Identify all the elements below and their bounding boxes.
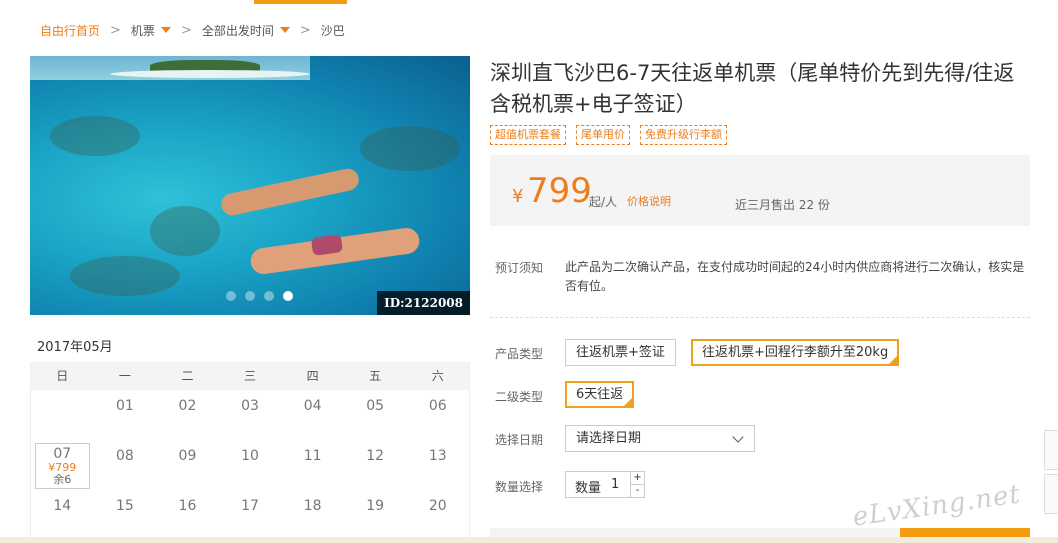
calendar-day: 01 (115, 398, 134, 414)
product-id-badge: ID:2122008 (377, 291, 470, 315)
photo-beach (110, 70, 310, 78)
calendar-day: 05 (366, 398, 385, 414)
breadcrumb-separator: > (110, 22, 121, 38)
breadcrumb: 自由行首页 > 机票 > 全部出发时间 > 沙巴 (40, 20, 345, 40)
breadcrumb-separator: > (180, 22, 192, 38)
calendar-day: 15 (115, 498, 134, 514)
calendar-day-price: ¥799 (48, 461, 77, 474)
notice-text: 此产品为二次确认产品，在支付成功时间起的24小时内供应商将进行二次确认，核实是否… (565, 260, 1025, 293)
weekday: 六 (431, 369, 444, 383)
breadcrumb-destination: 沙巴 (320, 23, 345, 38)
breadcrumb-category-dropdown[interactable]: 机票 (131, 22, 171, 39)
weekday: 二 (181, 369, 194, 383)
photo-swimmer (219, 166, 361, 218)
watermark: eLvXing.net (850, 479, 1023, 533)
calendar-day: 14 (53, 498, 72, 514)
date-select[interactable]: 请选择日期 (565, 425, 755, 452)
quantity-minus-button[interactable]: - (630, 485, 644, 498)
product-title: 深圳直飞沙巴6-7天往返单机票（尾单特价先到先得/往返含税机票+电子签证） (490, 61, 1015, 116)
carousel-dots (226, 291, 293, 301)
side-float-tab[interactable] (1044, 430, 1058, 470)
calendar-weekday-header: 日 一 二 三 四 五 六 (31, 362, 469, 390)
divider (490, 317, 1030, 318)
caret-down-icon (279, 27, 290, 33)
calendar-day: 20 (428, 498, 447, 514)
product-tag: 超值机票套餐 (490, 125, 566, 145)
calendar-day: 09 (178, 448, 197, 464)
weekday: 四 (306, 369, 319, 383)
page-bottom-strip (0, 537, 1058, 543)
weekday: 日 (56, 369, 69, 383)
calendar-tabs: 2017年05月 (30, 336, 120, 365)
breadcrumb-home-link[interactable]: 自由行首页 (40, 22, 100, 39)
weekday: 五 (369, 369, 382, 383)
calendar-day: 17 (241, 498, 259, 514)
top-accent-line (254, 0, 347, 4)
photo-reef (70, 256, 180, 296)
caret-down-icon (160, 27, 171, 33)
notice-label: 预订须知 (495, 261, 544, 275)
quantity-input[interactable]: 1 (611, 477, 619, 492)
calendar-week: 14 15 16 17 18 19 20 (31, 490, 469, 540)
quantity-stepper: 数量 1 + - (565, 471, 645, 498)
calendar-day: 13 (428, 448, 447, 464)
price-unit: 起/人 (589, 195, 618, 209)
weekday: 一 (118, 369, 131, 383)
sub-type-label: 二级类型 (495, 390, 544, 404)
quantity-label: 数量选择 (495, 480, 544, 494)
calendar-day: 16 (178, 498, 197, 514)
calendar: 日 一 二 三 四 五 六 01 02 03 04 05 06 07 ¥799 … (30, 362, 470, 543)
product-tag: 免费升级行李额 (640, 125, 727, 145)
calendar-month-tab[interactable]: 2017年05月 (30, 336, 120, 365)
price-currency: ¥ (512, 186, 524, 207)
product-photo[interactable]: ID:2122008 (30, 56, 470, 315)
calendar-day-number: 07 (53, 446, 72, 462)
photo-reef (150, 206, 220, 256)
calendar-day: 02 (178, 398, 197, 414)
calendar-day (31, 390, 94, 440)
carousel-dot[interactable] (264, 291, 274, 301)
carousel-dot-active[interactable] (283, 291, 293, 301)
chevron-down-icon (732, 431, 744, 443)
product-tags: 超值机票套餐 尾单甩价 免费升级行李额 (490, 125, 727, 145)
calendar-week: 07 ¥799 余6 08 09 10 11 12 13 (31, 440, 469, 490)
price-box: ¥ 799 起/人 价格说明 近三月售出 22 份 (490, 155, 1030, 226)
price-amount: 799 (527, 171, 592, 211)
calendar-day: 11 (303, 448, 322, 464)
breadcrumb-departure-dropdown[interactable]: 全部出发时间 (202, 22, 290, 39)
breadcrumb-separator: > (299, 22, 311, 38)
calendar-day-remaining: 余6 (53, 473, 72, 486)
quantity-plus-button[interactable]: + (630, 472, 644, 485)
calendar-day: 12 (366, 448, 385, 464)
product-type-option[interactable]: 往返机票+签证 (565, 339, 676, 366)
carousel-dot[interactable] (245, 291, 255, 301)
calendar-day: 08 (115, 448, 134, 464)
calendar-day: 18 (303, 498, 322, 514)
price-explain-link[interactable]: 价格说明 (627, 193, 671, 209)
date-select-value: 请选择日期 (576, 431, 642, 446)
product-type-option-selected[interactable]: 往返机票+回程行李额升至20kg (691, 339, 900, 366)
sold-count: 近三月售出 22 份 (735, 198, 830, 212)
sub-type-option-selected[interactable]: 6天往返 (565, 381, 635, 408)
weekday: 三 (244, 369, 257, 383)
date-label: 选择日期 (495, 433, 544, 447)
photo-reef (50, 116, 140, 156)
product-tag: 尾单甩价 (576, 125, 630, 145)
carousel-dot[interactable] (226, 291, 236, 301)
breadcrumb-category-label: 机票 (130, 23, 155, 38)
calendar-day: 10 (241, 448, 259, 464)
photo-reef (360, 126, 460, 171)
calendar-day: 03 (241, 398, 259, 414)
quantity-field-label: 数量 (575, 481, 602, 496)
product-type-label: 产品类型 (495, 347, 544, 361)
calendar-day: 06 (428, 398, 447, 414)
calendar-day: 19 (366, 498, 385, 514)
breadcrumb-departure-label: 全部出发时间 (201, 23, 274, 38)
calendar-week: 01 02 03 04 05 06 (31, 390, 469, 440)
calendar-day: 04 (303, 398, 322, 414)
calendar-day-available[interactable]: 07 ¥799 余6 (31, 440, 94, 490)
side-float-tab[interactable] (1044, 474, 1058, 514)
